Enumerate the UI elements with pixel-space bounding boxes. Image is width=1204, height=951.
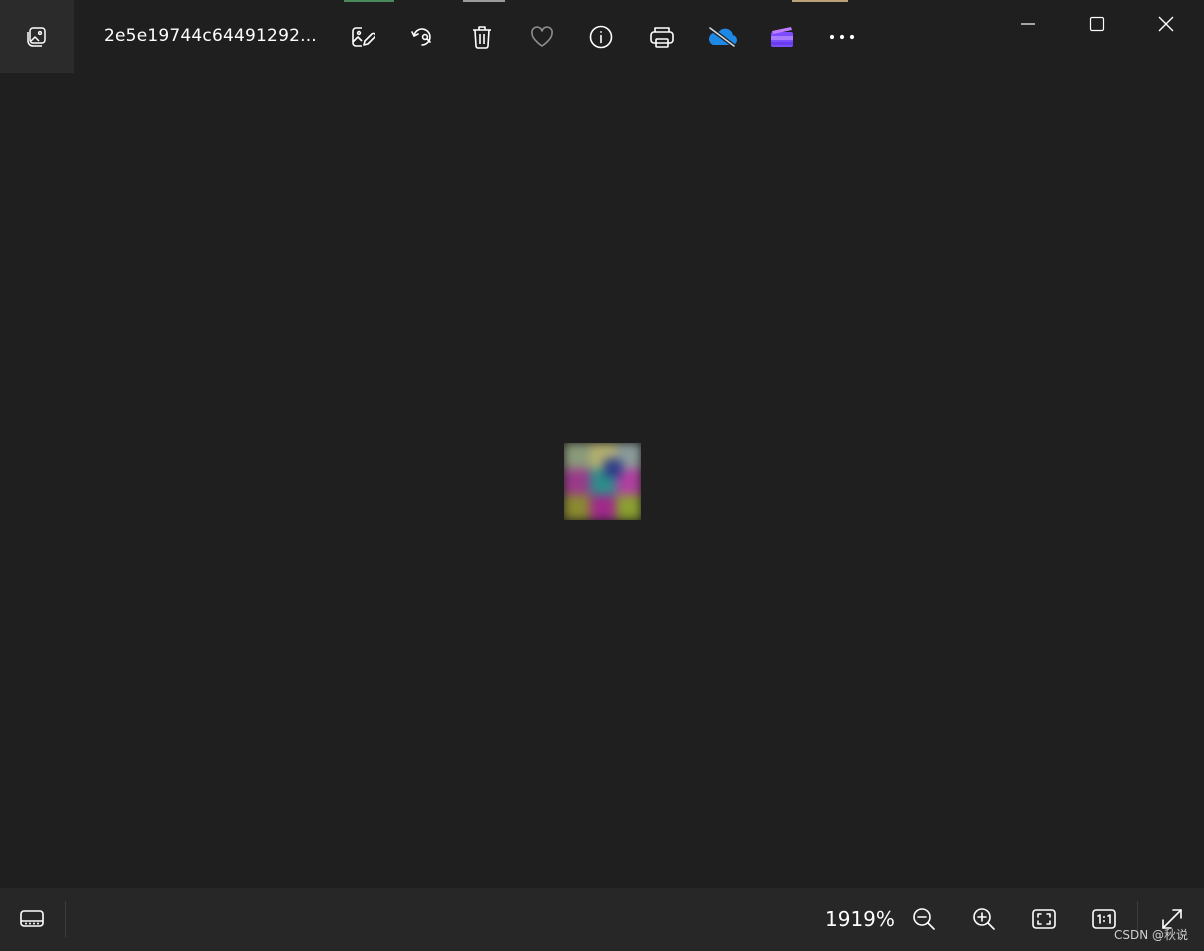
minimize-button[interactable] [1005,6,1051,42]
title-bar: 2e5e19744c64491292... [0,0,1204,73]
close-icon [1157,15,1175,33]
more-icon [828,33,856,41]
zoom-in-button[interactable] [966,902,1002,936]
delete-icon [470,24,494,50]
close-button[interactable] [1143,6,1189,42]
edit-image-button[interactable] [344,20,380,54]
fit-to-window-icon [1031,908,1057,930]
filmstrip-icon [19,908,45,930]
favorite-button[interactable] [524,20,560,54]
file-name: 2e5e19744c64491292... [104,26,317,46]
favorite-icon [529,25,555,49]
rotate-button[interactable] [404,20,440,54]
watermark-text: CSDN @秋说 [1113,928,1188,942]
clipchamp-button[interactable] [764,20,800,54]
more-options-button[interactable] [824,20,860,54]
maximize-icon [1089,16,1105,32]
photo-pixels [564,443,641,520]
status-bar: 1919% CSDN @秋说 [0,888,1204,951]
clipchamp-icon [769,24,795,50]
rotate-icon [409,24,435,50]
gallery-icon [25,25,49,49]
gallery-button[interactable] [0,0,74,73]
print-icon [648,24,676,50]
info-button[interactable] [583,20,619,54]
info-icon [588,24,614,50]
onedrive-button[interactable] [704,20,740,54]
maximize-button[interactable] [1074,6,1120,42]
status-divider [65,901,66,937]
edit-image-icon [349,24,375,50]
zoom-out-icon [911,906,937,932]
minimize-icon [1020,16,1036,32]
zoom-level[interactable]: 1919% [825,907,895,931]
delete-button[interactable] [464,20,500,54]
print-button[interactable] [644,20,680,54]
displayed-photo[interactable] [564,443,641,520]
zoom-out-button[interactable] [906,902,942,936]
fit-to-window-button[interactable] [1026,902,1062,936]
zoom-in-icon [971,906,997,932]
onedrive-off-icon [705,24,739,50]
filmstrip-toggle-button[interactable] [14,902,50,936]
